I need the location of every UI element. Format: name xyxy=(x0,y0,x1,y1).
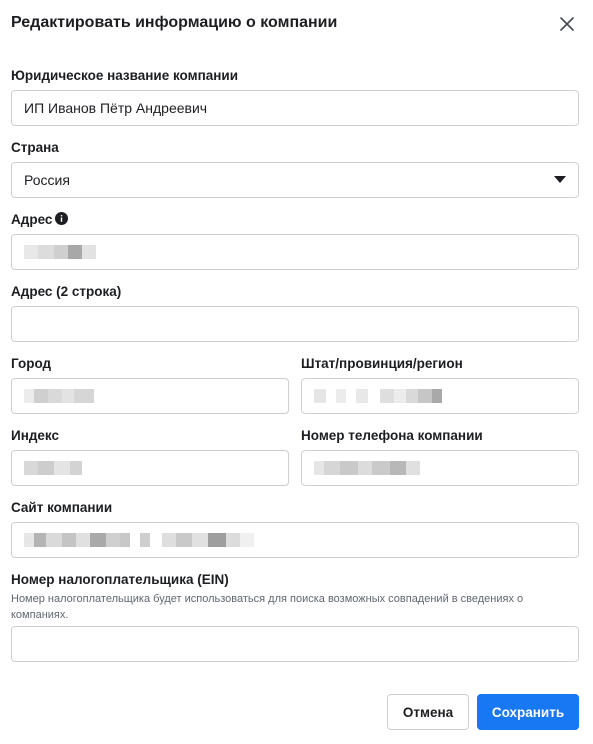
website-label: Сайт компании xyxy=(11,500,113,515)
country-select[interactable]: Россия xyxy=(11,162,579,198)
zip-label: Индекс xyxy=(11,428,60,443)
country-label: Страна xyxy=(11,140,59,155)
info-icon[interactable] xyxy=(55,212,69,225)
close-icon xyxy=(560,17,574,31)
redacted-value xyxy=(314,460,420,476)
country-value: Россия xyxy=(24,172,70,188)
address2-input[interactable] xyxy=(11,306,579,342)
cancel-button[interactable]: Отмена xyxy=(387,694,469,730)
ein-hint: Номер налогоплательщика будет использова… xyxy=(11,593,524,621)
website-input[interactable] xyxy=(11,522,579,558)
caret-down-icon xyxy=(554,176,566,183)
ein-label: Номер налогоплательщика (EIN) xyxy=(11,572,229,587)
address-label: Адрес xyxy=(11,212,69,227)
phone-input[interactable] xyxy=(301,450,579,486)
legal-name-value: ИП Иванов Пётр Андреевич xyxy=(24,100,208,116)
redacted-value xyxy=(314,388,442,404)
redacted-value xyxy=(24,460,82,476)
address-input[interactable] xyxy=(11,234,579,270)
city-input[interactable] xyxy=(11,378,289,414)
close-button[interactable] xyxy=(557,14,577,34)
address-label-text: Адрес xyxy=(11,212,53,227)
dialog-title: Редактировать информацию о компании xyxy=(11,14,338,31)
redacted-value xyxy=(24,388,94,404)
ein-input[interactable] xyxy=(11,626,579,662)
legal-name-label: Юридическое название компании xyxy=(11,68,239,83)
legal-name-input[interactable]: ИП Иванов Пётр Андреевич xyxy=(11,90,579,126)
city-label: Город xyxy=(11,356,52,371)
state-input[interactable] xyxy=(301,378,579,414)
address2-label: Адрес (2 строка) xyxy=(11,284,122,299)
redacted-value xyxy=(24,532,254,548)
state-label: Штат/провинция/регион xyxy=(301,356,463,371)
zip-input[interactable] xyxy=(11,450,289,486)
phone-label: Номер телефона компании xyxy=(301,428,483,443)
redacted-value xyxy=(24,244,96,260)
save-button[interactable]: Сохранить xyxy=(477,694,579,730)
